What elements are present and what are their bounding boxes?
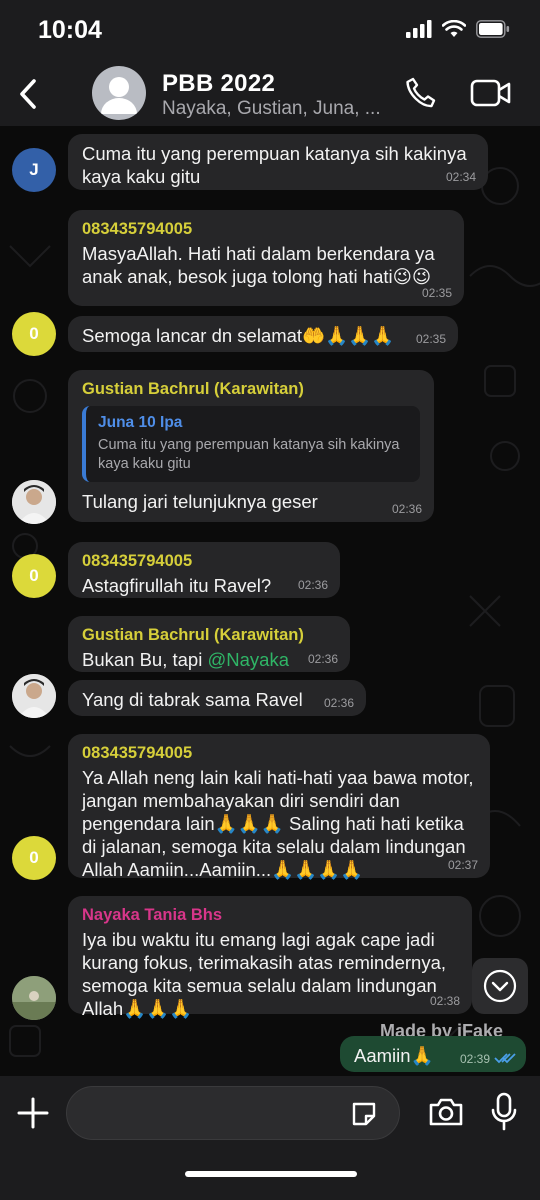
chevron-left-icon (20, 79, 36, 109)
quoted-text: Cuma itu yang perempuan katanya sih kaki… (98, 437, 400, 472)
message-time: 02:36 (297, 578, 328, 592)
attach-button[interactable] (16, 1096, 50, 1135)
plus-icon (17, 1097, 49, 1129)
avatar[interactable] (12, 976, 56, 1020)
avatar[interactable]: J (12, 148, 56, 192)
message-text: Cuma itu yang perempuan katanya sih kaki… (82, 143, 467, 187)
chevron-down-icon (483, 969, 517, 1003)
status-time: 10:04 (38, 16, 102, 44)
camera-button[interactable] (428, 1096, 464, 1133)
message-text: MasyaAllah. Hati hati dalam berkendara y… (82, 243, 435, 287)
avatar[interactable] (12, 480, 56, 524)
message-bubble[interactable]: Cuma itu yang perempuan katanya sih kaki… (68, 134, 488, 190)
message-sender: 083435794005 (82, 552, 193, 570)
message-time: 02:38 (429, 994, 460, 1008)
group-avatar[interactable] (92, 66, 146, 120)
message-time: 02:36 (391, 502, 422, 516)
message-text: Semoga lancar dn selamat🤲🙏🙏🙏 (82, 325, 395, 346)
message-text-prefix: Bukan Bu, tapi (82, 649, 208, 670)
message-bubble[interactable]: Semoga lancar dn selamat🤲🙏🙏🙏 02:35 (68, 316, 458, 352)
chat-messages-area[interactable]: J Cuma itu yang perempuan katanya sih ka… (0, 126, 540, 1076)
profile-photo-icon (12, 976, 56, 1020)
sticker-button[interactable] (350, 1100, 378, 1133)
back-button[interactable] (10, 72, 46, 116)
phone-icon (406, 77, 436, 108)
message-sender: Nayaka Tania Bhs (82, 906, 223, 924)
message-time: 02:35 (415, 332, 446, 346)
avatar[interactable]: 0 (12, 312, 56, 356)
signal-icon (406, 20, 432, 38)
camera-icon (429, 1098, 463, 1126)
status-icons (406, 20, 510, 38)
avatar-initial: 0 (29, 324, 39, 343)
message-sender: Gustian Bachrul (Karawitan) (82, 380, 304, 398)
scroll-to-bottom-button[interactable] (472, 958, 528, 1014)
message-time: 02:36 (323, 696, 354, 710)
video-call-button[interactable] (470, 78, 512, 113)
message-text: Ya Allah neng lain kali hati-hati yaa ba… (82, 767, 474, 880)
voice-message-button[interactable] (490, 1092, 518, 1137)
home-indicator (185, 1171, 357, 1177)
message-sender: 083435794005 (82, 744, 193, 762)
status-bar: 10:04 (0, 0, 540, 62)
microphone-icon (491, 1092, 517, 1131)
profile-photo-icon (12, 674, 56, 718)
message-text: Bukan Bu, tapi @Nayaka (82, 648, 336, 671)
message-time: 02:37 (447, 858, 478, 872)
message-time: 02:35 (421, 286, 452, 300)
quoted-reply[interactable]: Juna 10 Ipa Cuma itu yang perempuan kata… (82, 406, 420, 482)
message-time: 02:34 (445, 170, 476, 184)
mention-link[interactable]: @Nayaka (207, 649, 289, 670)
avatar[interactable]: 0 (12, 836, 56, 880)
message-bubble[interactable]: Nayaka Tania Bhs Iya ibu waktu itu emang… (68, 896, 472, 1019)
avatar-initial: 0 (29, 848, 39, 867)
message-text: Iya ibu waktu itu emang lagi agak cape j… (82, 929, 447, 1019)
message-text: Tulang jari telunjuknya geser (82, 491, 318, 512)
message-time: 02:39 (459, 1052, 490, 1066)
message-time: 02:36 (307, 652, 338, 666)
chat-header: PBB 2022 Nayaka, Gustian, Juna, ... (0, 62, 540, 126)
outgoing-message-bubble[interactable]: Aamiin🙏 02:39 (340, 1036, 526, 1072)
message-bubble[interactable]: 083435794005 MasyaAllah. Hati hati dalam… (68, 210, 464, 306)
double-check-icon (494, 1053, 516, 1064)
message-bubble[interactable]: 083435794005 Ya Allah neng lain kali hat… (68, 734, 490, 880)
message-bubble[interactable]: Gustian Bachrul (Karawitan) Juna 10 Ipa … (68, 370, 434, 522)
message-sender: Gustian Bachrul (Karawitan) (82, 626, 304, 644)
message-bubble[interactable]: Yang di tabrak sama Ravel 02:36 (68, 680, 366, 716)
group-members[interactable]: Nayaka, Gustian, Juna, ... (162, 98, 381, 120)
voice-call-button[interactable] (404, 76, 438, 115)
wifi-icon (442, 20, 466, 37)
sticker-icon (352, 1102, 376, 1126)
avatar-initial: J (29, 160, 39, 179)
message-text: Yang di tabrak sama Ravel (82, 689, 303, 710)
message-sender: 083435794005 (82, 220, 193, 238)
video-camera-icon (470, 79, 511, 107)
message-bubble[interactable]: Gustian Bachrul (Karawitan) Bukan Bu, ta… (68, 616, 350, 672)
avatar-initial: 0 (29, 566, 39, 585)
profile-photo-icon (12, 480, 56, 524)
person-placeholder-icon (101, 77, 137, 114)
message-text: Astagfirullah itu Ravel? (82, 575, 272, 596)
battery-icon (476, 20, 510, 38)
avatar[interactable]: 0 (12, 554, 56, 598)
group-title[interactable]: PBB 2022 (162, 70, 275, 98)
message-input-bar (0, 1076, 540, 1200)
message-bubble[interactable]: 083435794005 Astagfirullah itu Ravel? 02… (68, 542, 340, 598)
avatar[interactable] (12, 674, 56, 718)
quoted-sender: Juna 10 Ipa (98, 414, 183, 431)
